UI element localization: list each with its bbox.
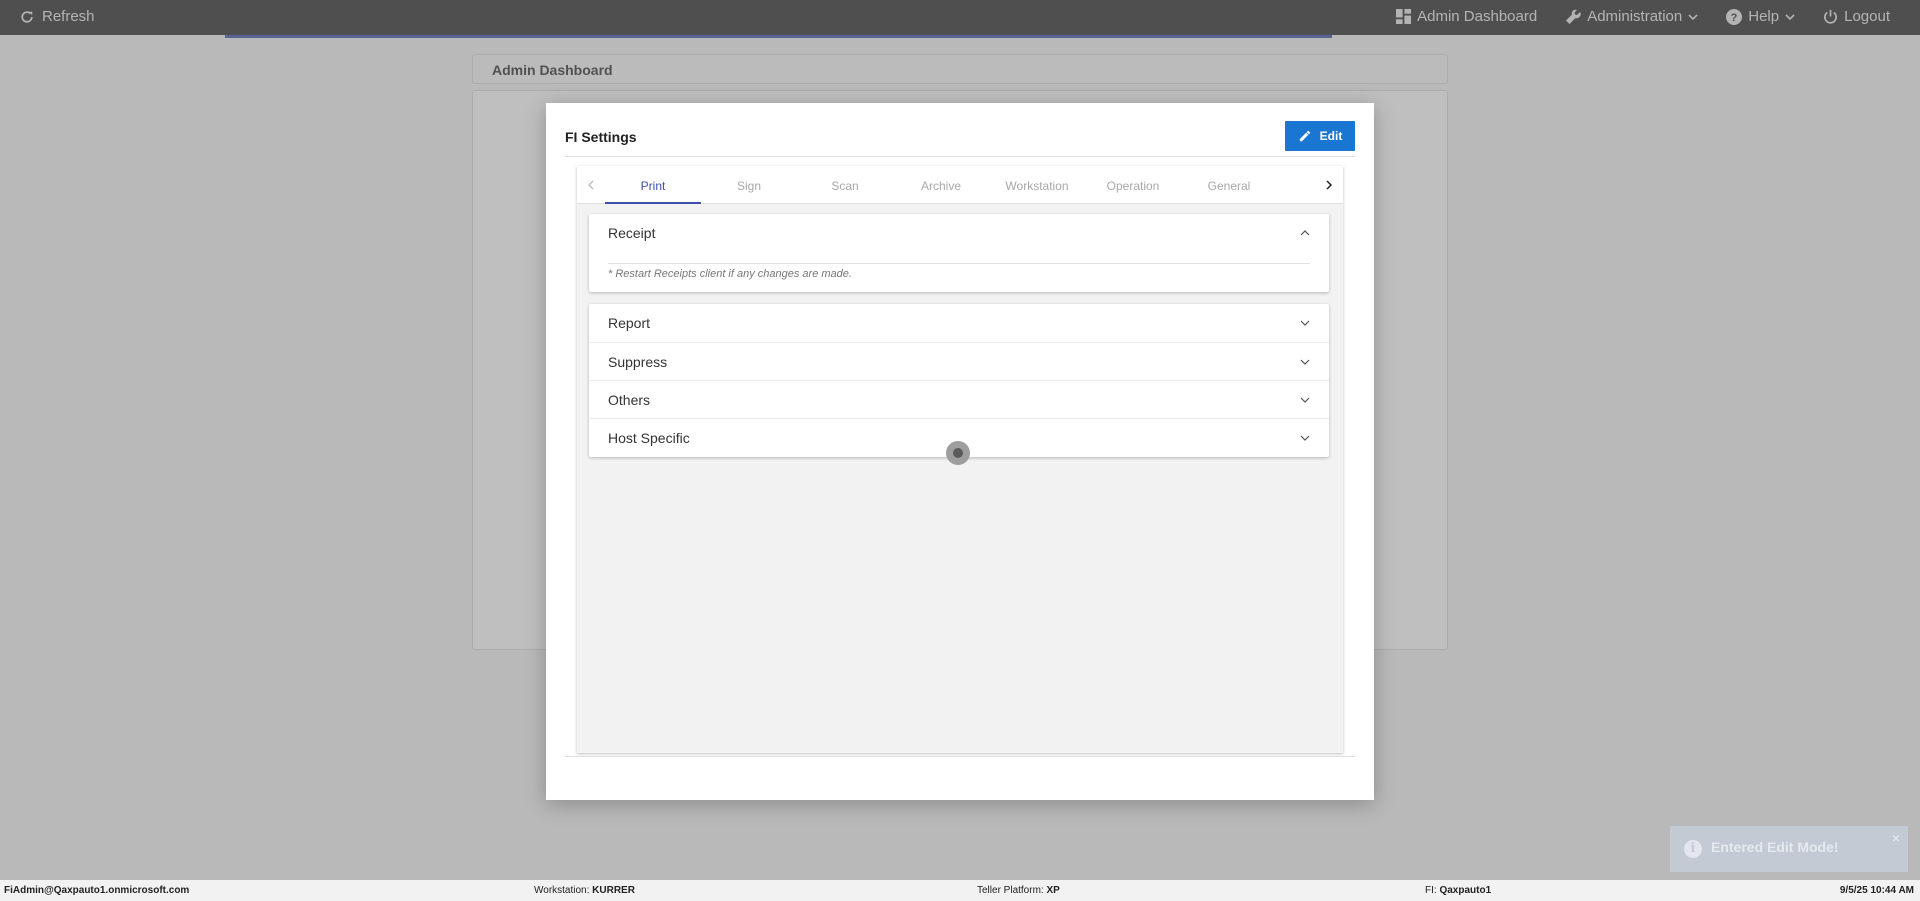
tab-partial-f[interactable]: F [1277,166,1315,204]
edit-label: Edit [1319,129,1343,143]
report-section-header[interactable]: Report [589,304,1329,342]
chevron-down-icon [1300,435,1310,441]
footer-platform-label: Teller Platform: [977,885,1047,896]
suppress-section-header[interactable]: Suppress [589,342,1329,380]
info-icon: i [1684,840,1702,858]
tab-scan[interactable]: Scan [797,166,893,204]
settings-tabbar: Print Sign Scan Archive Workstation Oper… [577,166,1343,204]
dialog-title: FI Settings [565,129,637,145]
loading-spinner-icon [946,441,970,465]
tab-archive[interactable]: Archive [893,166,989,204]
dialog-header: FI Settings Edit [565,121,1355,157]
report-title: Report [608,315,651,331]
receipt-section: Receipt * Restart Receipts client if any… [589,214,1329,292]
footer-fi: FI: Qaxpauto1 [1425,885,1491,896]
tabs-scroll-right-button[interactable] [1315,166,1343,204]
footer-user: FiAdmin@Qaxpauto1.onmicrosoft.com [4,885,190,896]
receipt-title: Receipt [608,225,656,241]
footer-workstation: Workstation: KURRER [534,885,635,896]
footer-workstation-value: KURRER [592,885,635,896]
receipt-restart-note: * Restart Receipts client if any changes… [608,263,1310,280]
settings-sections-group: Report Suppress Others Host Specific [589,304,1329,457]
host-specific-title: Host Specific [608,429,690,446]
toast-message: Entered Edit Mode! [1711,839,1839,855]
chevron-down-icon [1300,397,1310,403]
footer-workstation-label: Workstation: [534,885,593,896]
chevron-right-icon [1326,180,1333,190]
tab-operation[interactable]: Operation [1085,166,1181,204]
footer-fi-label: FI: [1425,885,1440,896]
status-bar: FiAdmin@Qaxpauto1.onmicrosoft.com Workst… [0,880,1920,901]
settings-tabs: Print Sign Scan Archive Workstation Oper… [605,166,1315,204]
chevron-down-icon [1300,359,1310,365]
pencil-icon [1299,130,1310,142]
chevron-up-icon [1300,230,1310,236]
tabs-scroll-left-button[interactable] [577,166,605,204]
others-title: Others [608,391,651,408]
tab-sign[interactable]: Sign [701,166,797,204]
edit-mode-toast: i Entered Edit Mode! × [1670,826,1908,872]
footer-platform: Teller Platform: XP [977,885,1060,896]
chevron-left-icon [588,180,594,190]
tab-print[interactable]: Print [605,166,701,204]
toast-close-button[interactable]: × [1892,830,1900,846]
footer-datetime: 9/5/25 10:44 AM [1839,885,1914,896]
receipt-section-header[interactable]: Receipt [589,214,1329,252]
chevron-down-icon [1300,320,1310,326]
edit-button[interactable]: Edit [1285,121,1355,151]
dialog-footer-divider [565,756,1355,757]
others-section-header[interactable]: Others [589,380,1329,418]
footer-fi-value: Qaxpauto1 [1439,885,1492,896]
tab-general[interactable]: General [1181,166,1277,204]
tab-workstation[interactable]: Workstation [989,166,1085,204]
footer-platform-value: XP [1046,885,1060,896]
suppress-title: Suppress [608,353,668,370]
